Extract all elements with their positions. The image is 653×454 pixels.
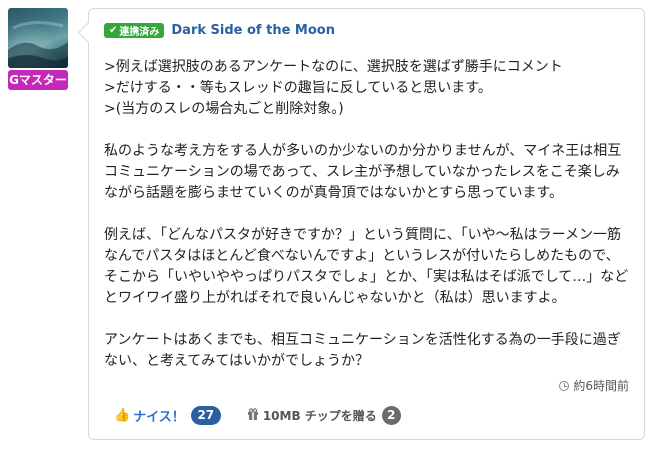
paragraph: 私のような考え方をする人が多いのか少ないのか分かりませんが、マイネ王は相互コミュ… — [104, 143, 622, 201]
nice-button[interactable]: 👍 ナイス！ — [114, 406, 185, 425]
author-column: Gマスター — [8, 8, 68, 90]
quote-line: >(当方のスレの場合丸ごと削除対象。) — [104, 101, 344, 117]
verified-label: 連携済み — [119, 27, 160, 38]
master-badge: Gマスター — [8, 70, 68, 90]
card-pointer — [77, 21, 100, 44]
action-bar: 👍 ナイス！ 27 10MB チップを贈る 2 — [114, 406, 401, 425]
quote-line: >だけする・・等もスレッドの趣旨に反していると思います。 — [104, 80, 492, 96]
username-link[interactable]: Dark Side of the Moon — [171, 23, 335, 38]
tip-count: 2 — [381, 406, 401, 425]
avatar[interactable] — [8, 8, 68, 68]
paragraph: アンケートはあくまでも、相互コミュニケーションを活性化する為の一手段に過ぎない、… — [104, 332, 621, 369]
thumbs-up-icon: 👍 — [114, 408, 131, 423]
timestamp: 約6時間前 — [559, 377, 629, 394]
verified-badge: ✔ 連携済み — [104, 23, 165, 38]
nice-count[interactable]: 27 — [190, 406, 221, 425]
gift-icon — [247, 408, 259, 423]
clock-icon — [559, 380, 570, 391]
quote-line: >例えば選択肢のあるアンケートなのに、選択肢を選ばず勝手にコメント — [104, 59, 563, 75]
tip-button[interactable]: 10MB チップを贈る — [247, 407, 377, 424]
comment-header: ✔ 連携済み Dark Side of the Moon — [104, 23, 335, 38]
check-icon: ✔ — [109, 25, 118, 36]
paragraph: 例えば、「どんなパスタが好きですか？」という質問に、「いや〜私はラーメン一筋なん… — [104, 227, 629, 306]
comment-card: ✔ 連携済み Dark Side of the Moon >例えば選択肢のあるア… — [77, 8, 645, 440]
nice-label: ナイス！ — [133, 410, 185, 425]
avatar-image — [8, 21, 68, 68]
tip-label: 10MB チップを贈る — [262, 409, 377, 423]
timestamp-text: 約6時間前 — [573, 379, 629, 393]
comment-body: >例えば選択肢のあるアンケートなのに、選択肢を選ばず勝手にコメント >だけする・… — [104, 57, 629, 393]
